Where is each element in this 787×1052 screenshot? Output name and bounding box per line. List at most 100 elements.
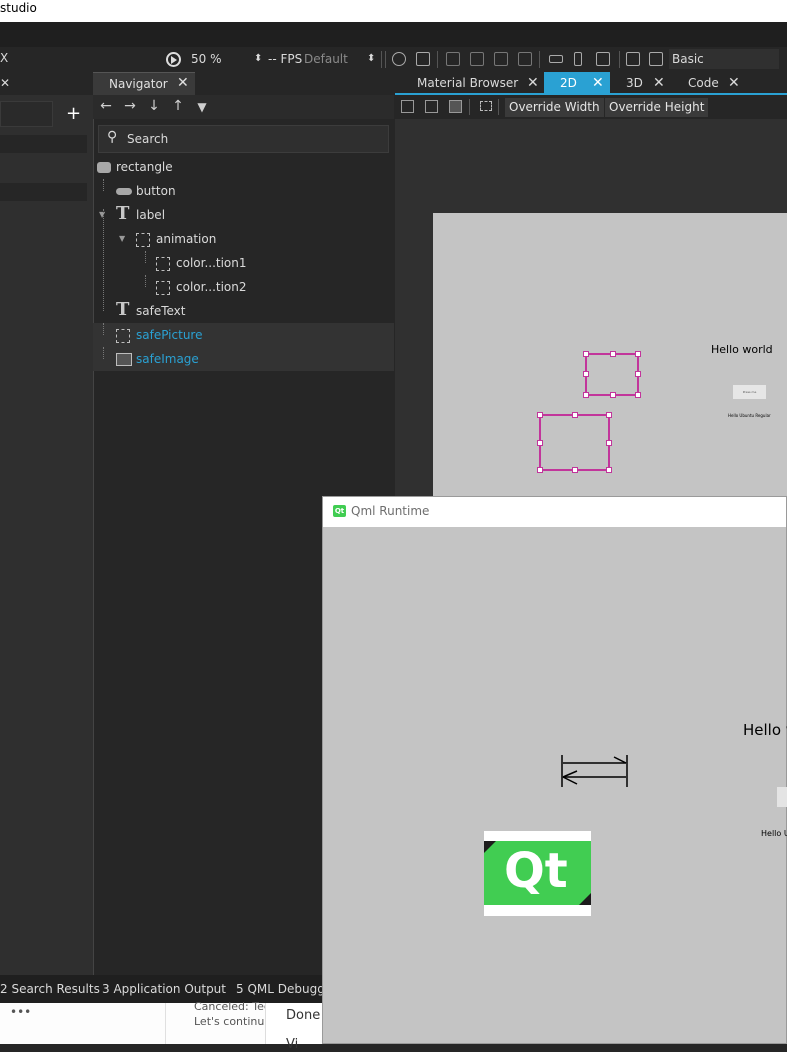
close-icon[interactable]: ✕ <box>653 72 665 95</box>
close-icon[interactable]: ✕ <box>728 72 740 95</box>
reset-position-icon[interactable] <box>392 52 406 66</box>
arrow-down-icon[interactable]: ↓ <box>146 98 162 114</box>
image-icon <box>116 353 132 366</box>
snap-margin-icon[interactable] <box>449 100 462 113</box>
tree-item-label[interactable]: ▼ T label <box>93 203 394 227</box>
tree-item-color-animation-1[interactable]: color...tion1 <box>93 251 394 275</box>
fps-mode-spinner-icon[interactable]: ⬍ <box>367 53 375 64</box>
qml-runtime-window[interactable]: Qt Qml Runtime Hello w Hello U Qt <box>322 496 787 1044</box>
tab-material-browser[interactable]: Material Browser ✕ <box>409 72 545 95</box>
reset-size-icon[interactable] <box>416 52 430 66</box>
left-panel-row[interactable] <box>0 183 87 201</box>
expand-arrow-icon[interactable]: ▼ <box>119 227 125 251</box>
group-icon[interactable] <box>446 52 460 66</box>
tree-item-label: button <box>136 184 176 198</box>
runtime-small-text[interactable]: Hello U <box>761 829 787 838</box>
tab-3d[interactable]: 3D ✕ <box>618 72 673 95</box>
tree-item-color-animation-2[interactable]: color...tion2 <box>93 275 394 299</box>
notification-area: ••• Canceled: Tec Let's continue Done Vi <box>0 1000 325 1052</box>
search-icon: ⚲ <box>107 129 118 145</box>
tree-item-label-text: label <box>136 208 166 222</box>
ungroup-icon[interactable] <box>470 52 484 66</box>
tree-item-rectangle[interactable]: rectangle <box>93 155 394 179</box>
snap-anchor-icon[interactable] <box>425 100 438 113</box>
scene-button-label: Press me <box>742 390 757 394</box>
runtime-title-bar[interactable]: Qt Qml Runtime <box>323 497 786 527</box>
arrow-right-icon[interactable]: → <box>122 98 138 114</box>
runtime-button[interactable] <box>777 787 787 807</box>
selection-safepicture[interactable] <box>583 351 641 398</box>
override-height-button[interactable]: Override Height <box>605 98 709 117</box>
tree-item-label: animation <box>156 232 217 246</box>
row-layout-icon[interactable] <box>549 55 563 63</box>
style-select[interactable]: Basic <box>669 49 779 69</box>
tab-search-results[interactable]: 2 Search Results <box>0 982 100 996</box>
grid-layout-icon[interactable] <box>596 52 610 66</box>
override-width-button[interactable]: Override Width <box>505 98 604 117</box>
runtime-hello-text[interactable]: Hello w <box>743 721 787 739</box>
navigator-search-input[interactable]: ⚲ Search <box>98 125 389 153</box>
item-icon <box>156 257 170 271</box>
rectangle-icon <box>97 162 111 173</box>
item-icon <box>136 233 150 247</box>
edit-annotation-icon[interactable] <box>626 52 640 66</box>
qt-logo-tile: Qt <box>484 841 591 905</box>
resize-arrow-picture <box>561 755 628 787</box>
snap-icon[interactable] <box>401 100 414 113</box>
qt-app-icon: Qt <box>333 505 346 517</box>
scene-small-text[interactable]: Hello Ubuntu Regular <box>728 413 771 418</box>
style-select-value: Basic <box>672 52 704 66</box>
editor-tabbar: Material Browser ✕ 2D ✕ 3D ✕ Code ✕ <box>395 72 787 95</box>
left-tab-close-icon[interactable]: ✕ <box>0 76 10 90</box>
close-icon[interactable]: ✕ <box>592 72 604 95</box>
left-panel-row[interactable] <box>0 135 87 153</box>
scene-hello-text[interactable]: Hello world <box>711 343 773 356</box>
lower-icon[interactable] <box>494 52 508 66</box>
text-icon: T <box>116 299 130 320</box>
tree-item-button[interactable]: button <box>93 179 394 203</box>
menu-strip <box>0 22 787 47</box>
show-bounds-icon[interactable] <box>480 101 492 111</box>
tree-item-safepicture[interactable]: safePicture <box>93 323 394 347</box>
tab-qml-debugger[interactable]: 5 QML Debugg <box>236 982 325 996</box>
close-icon[interactable]: X <box>0 51 8 65</box>
tab-navigator[interactable]: Navigator ✕ <box>93 72 195 95</box>
menu-item-partial[interactable]: Vi <box>286 1037 298 1052</box>
selection-safeimage[interactable] <box>537 412 612 473</box>
raise-icon[interactable] <box>518 52 532 66</box>
column-layout-icon[interactable] <box>574 52 582 66</box>
fps-mode-select[interactable]: Default <box>304 52 348 66</box>
style-theme-icon[interactable] <box>649 52 663 66</box>
tab-label: Code <box>688 76 719 90</box>
tree-item-label: color...tion2 <box>176 280 247 294</box>
tab-label: 2D <box>560 76 577 90</box>
tab-application-output[interactable]: 3 Application Output <box>102 982 226 996</box>
tree-item-label: safeText <box>136 304 186 318</box>
more-icon[interactable]: ••• <box>10 1005 31 1019</box>
tab-code[interactable]: Code ✕ <box>680 72 750 95</box>
close-icon[interactable]: ✕ <box>527 72 539 95</box>
scene-button[interactable]: Press me <box>733 385 766 399</box>
fps-spinner-icon[interactable]: ⬍ <box>254 53 262 64</box>
zoom-level[interactable]: 50 % <box>191 52 222 66</box>
left-panel-input[interactable] <box>0 101 53 127</box>
canceled-text: Canceled: Tec <box>194 1000 270 1013</box>
tree-item-label: safeImage <box>136 352 199 366</box>
qt-logo-text: Qt <box>504 843 568 899</box>
close-icon[interactable]: ✕ <box>177 75 189 91</box>
canvas-toolbar: Override Width Override Height <box>395 95 787 119</box>
search-placeholder: Search <box>127 132 169 146</box>
live-preview-icon[interactable] <box>166 52 181 67</box>
arrow-up-icon[interactable]: ↑ <box>170 98 186 114</box>
item-icon <box>116 329 130 343</box>
add-icon[interactable]: + <box>66 103 81 124</box>
tab-2d[interactable]: 2D ✕ <box>544 72 610 95</box>
text-icon: T <box>116 203 130 224</box>
tree-item-animation[interactable]: ▼ animation <box>93 227 394 251</box>
tree-item-safetext[interactable]: T safeText <box>93 209 394 323</box>
runtime-title: Qml Runtime <box>351 504 430 518</box>
done-menu-item[interactable]: Done <box>286 1008 320 1023</box>
arrow-left-icon[interactable]: ← <box>98 98 114 114</box>
filter-icon[interactable]: ▼ <box>194 100 210 114</box>
tree-item-safeimage[interactable]: safeImage <box>93 347 394 371</box>
